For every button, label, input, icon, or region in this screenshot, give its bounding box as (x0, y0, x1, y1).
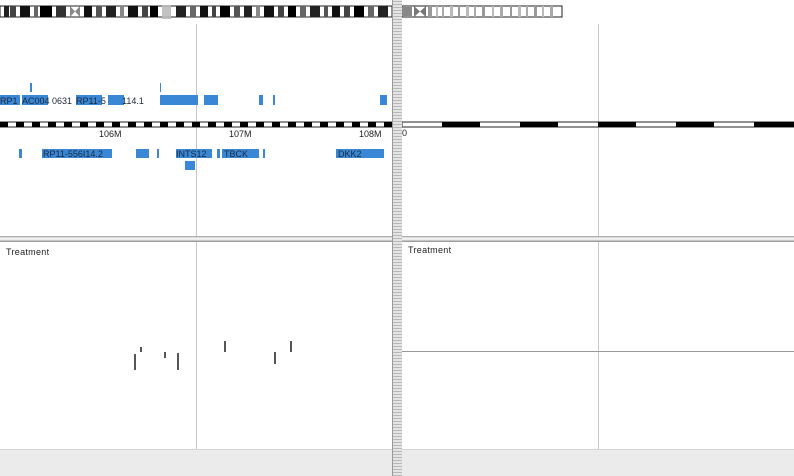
right-panel: 0 Treatment (402, 0, 794, 476)
chromosome-ideogram[interactable] (402, 5, 564, 19)
gene-feature[interactable] (136, 149, 149, 158)
track-separator[interactable] (402, 236, 794, 242)
ruler-label-108m: 108M (359, 129, 382, 139)
gene-feature[interactable] (19, 149, 22, 158)
chromosome-ideogram[interactable] (0, 5, 392, 19)
gene-feature[interactable] (185, 161, 195, 170)
gene-feature[interactable] (160, 95, 198, 105)
track-baseline (402, 351, 794, 352)
signal-bar (134, 354, 136, 370)
upper-gene-track[interactable]: RP1 AC004 0631 RP11-5 114.1 (0, 80, 392, 110)
gene-label: AC004 (22, 96, 50, 106)
treatment-signal-track[interactable] (402, 244, 794, 450)
gene-feature[interactable] (204, 95, 218, 105)
gene-label: RP11-556I14.2 (43, 149, 103, 159)
genomic-ruler[interactable] (0, 120, 392, 130)
lower-gene-track[interactable]: RP11-556I14.2 INTS12 TBCK DKK2 (0, 148, 392, 174)
gene-tick (30, 83, 32, 92)
gene-feature[interactable] (259, 95, 263, 105)
ruler-label-107m: 107M (229, 129, 252, 139)
gene-feature[interactable] (273, 95, 275, 105)
gene-tick (160, 83, 161, 92)
signal-bar (164, 352, 166, 358)
signal-bar (274, 352, 276, 364)
ruler-label-zero: 0 (402, 128, 408, 138)
gene-label: RP11-5 (76, 96, 106, 106)
gene-label: DKK2 (338, 149, 362, 159)
gene-label: TBCK (224, 149, 249, 159)
gene-label: INTS12 (176, 149, 207, 159)
gene-label: 0631 (52, 96, 73, 106)
gene-label: 114.1 (122, 96, 144, 106)
track-separator[interactable] (0, 236, 392, 242)
ruler-label-106m: 106M (99, 129, 122, 139)
treatment-signal-track[interactable] (0, 244, 392, 450)
genomic-ruler[interactable] (402, 120, 794, 130)
gene-feature[interactable] (263, 149, 265, 158)
signal-bar (177, 353, 179, 370)
signal-bar (290, 341, 292, 352)
right-panel-footer (402, 449, 794, 476)
gene-feature[interactable] (380, 95, 387, 105)
left-panel: RP1 AC004 0631 RP11-5 114.1 106M 107M 10… (0, 0, 392, 476)
signal-bar (140, 347, 142, 352)
signal-bar (224, 341, 226, 352)
gene-feature[interactable] (157, 149, 159, 158)
gene-label: RP1 (0, 96, 18, 106)
gene-feature[interactable] (217, 149, 220, 158)
left-panel-footer (0, 449, 392, 476)
